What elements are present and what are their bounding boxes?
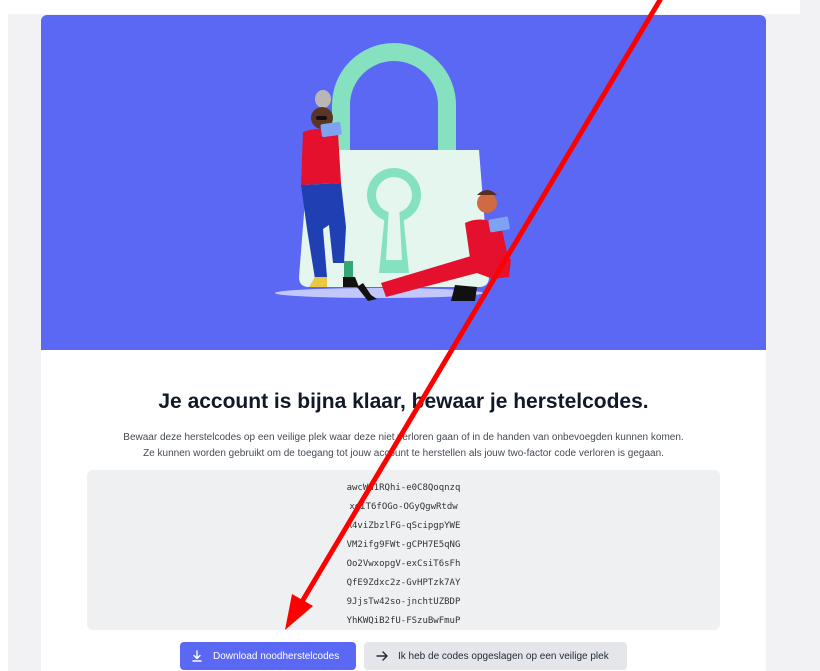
page-description: Bewaar deze herstelcodes op een veilige … xyxy=(81,430,726,462)
description-line: Bewaar deze herstelcodes op een veilige … xyxy=(123,432,684,443)
arrow-right-icon xyxy=(376,651,388,661)
recovery-code: awcWa1RQhi-e0C8Qoqnzq xyxy=(346,483,461,493)
recovery-codes-list: awcWa1RQhi-e0C8Qoqnzq xeIT6fOGo-OGyQgwRt… xyxy=(87,479,720,631)
codes-saved-button-label: Ik heb de codes opgeslagen op een veilig… xyxy=(398,650,609,662)
download-codes-button[interactable]: Download noodherstelcodes xyxy=(180,642,356,670)
hero-banner xyxy=(41,15,766,350)
page-title: Je account is bijna klaar, bewaar je her… xyxy=(158,390,649,413)
page-top-edge xyxy=(0,0,800,14)
page-left-edge xyxy=(0,0,8,671)
download-icon xyxy=(192,650,202,662)
recovery-code: Oo2VwxopgV-exCsiT6sFh xyxy=(346,559,461,569)
download-button-label: Download noodherstelcodes xyxy=(213,650,340,662)
recovery-code: QfE9Zdxc2z-GvHPTzk7AY xyxy=(346,578,461,588)
recovery-card: Je account is bijna klaar, bewaar je her… xyxy=(41,15,766,671)
recovery-codes-box: awcWa1RQhi-e0C8Qoqnzq xeIT6fOGo-OGyQgwRt… xyxy=(87,470,720,630)
recovery-code: R4viZbzlFG-qScipgpYWE xyxy=(346,521,461,531)
recovery-code: xeIT6fOGo-OGyQgwRtdw xyxy=(349,502,458,512)
recovery-code: VM2ifg9FWt-gCPH7E5qNG xyxy=(346,540,461,550)
recovery-code: 9JjsTw42so-jnchtUZBDP xyxy=(346,597,461,607)
recovery-code: YhKWQiB2fU-FSzuBwFmuP xyxy=(346,616,461,626)
description-line: Ze kunnen worden gebruikt om de toegang … xyxy=(143,448,664,459)
codes-saved-button[interactable]: Ik heb de codes opgeslagen op een veilig… xyxy=(364,642,627,670)
padlock-illustration xyxy=(275,43,511,301)
